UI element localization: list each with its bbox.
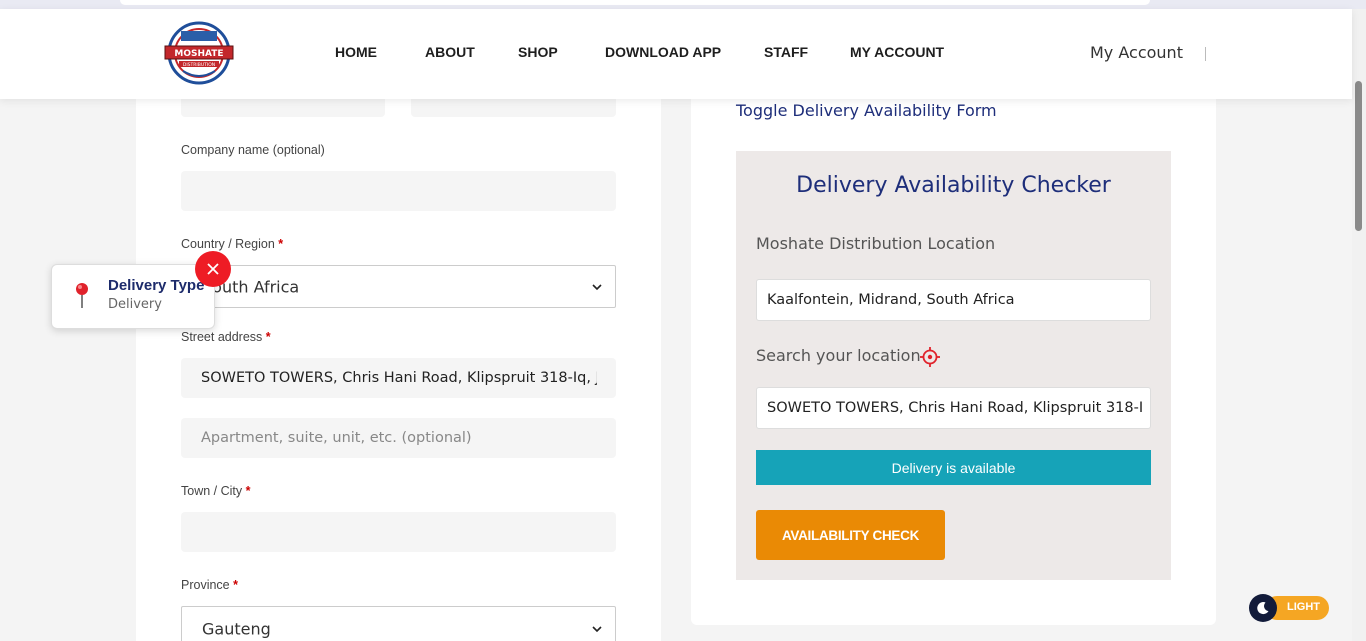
moon-icon bbox=[1257, 602, 1269, 615]
toggle-delivery-form-link[interactable]: Toggle Delivery Availability Form bbox=[736, 101, 997, 120]
theme-circle bbox=[1249, 594, 1277, 622]
nav-download-app[interactable]: DOWNLOAD APP bbox=[605, 44, 764, 60]
apartment-input[interactable]: Apartment, suite, unit, etc. (optional) bbox=[181, 418, 616, 458]
search-location-label: Search your location bbox=[756, 346, 921, 365]
nav-home[interactable]: HOME bbox=[335, 44, 425, 60]
header-divider bbox=[1205, 47, 1206, 61]
theme-label: LIGHT bbox=[1287, 601, 1320, 613]
browser-top-strip bbox=[0, 0, 1366, 9]
last-name-input[interactable] bbox=[411, 99, 616, 117]
street-label: Street address * bbox=[181, 330, 271, 344]
delivery-type-value: Delivery bbox=[108, 297, 162, 312]
company-input[interactable] bbox=[181, 171, 616, 211]
province-select-value: Gauteng bbox=[202, 619, 271, 639]
checker-title: Delivery Availability Checker bbox=[796, 173, 1111, 198]
theme-toggle[interactable]: LIGHT bbox=[1249, 594, 1329, 622]
company-label: Company name (optional) bbox=[181, 143, 325, 157]
country-label: Country / Region * bbox=[181, 237, 284, 251]
chevron-down-icon bbox=[592, 283, 602, 290]
main-nav: HOME ABOUT SHOP DOWNLOAD APP STAFF MY AC… bbox=[335, 44, 944, 60]
distribution-location-label: Moshate Distribution Location bbox=[756, 234, 996, 253]
first-name-input[interactable] bbox=[181, 99, 385, 117]
nav-shop[interactable]: SHOP bbox=[518, 44, 605, 60]
town-input[interactable] bbox=[181, 512, 616, 552]
delivery-type-title: Delivery Type bbox=[108, 277, 205, 294]
map-pin-icon bbox=[76, 283, 88, 308]
page-scrollbar[interactable] bbox=[1352, 9, 1366, 641]
country-select[interactable]: South Africa bbox=[181, 265, 616, 308]
distribution-location-input[interactable]: Kaalfontein, Midrand, South Africa bbox=[756, 279, 1151, 321]
moshate-logo[interactable]: MOSHATE DISTRIBUTION bbox=[163, 19, 235, 87]
delivery-availability-checker: Delivery Availability Checker Moshate Di… bbox=[736, 151, 1171, 580]
province-label: Province * bbox=[181, 578, 238, 592]
site-header: MOSHATE DISTRIBUTION HOME ABOUT SHOP DOW… bbox=[0, 9, 1352, 99]
town-label: Town / City * bbox=[181, 484, 251, 498]
search-location-input[interactable]: SOWETO TOWERS, Chris Hani Road, Klipspru… bbox=[756, 387, 1151, 429]
scrollbar-thumb[interactable] bbox=[1355, 81, 1362, 231]
svg-text:MOSHATE: MOSHATE bbox=[174, 49, 223, 59]
svg-text:DISTRIBUTION: DISTRIBUTION bbox=[183, 62, 215, 68]
locate-target-icon[interactable] bbox=[920, 347, 940, 367]
my-account-link[interactable]: My Account bbox=[1090, 43, 1183, 62]
nav-my-account[interactable]: MY ACCOUNT bbox=[850, 44, 944, 60]
nav-staff[interactable]: STAFF bbox=[764, 44, 850, 60]
delivery-type-popup[interactable]: Delivery Type Delivery bbox=[51, 264, 215, 329]
street-address-input[interactable]: SOWETO TOWERS, Chris Hani Road, Klipspru… bbox=[181, 358, 616, 398]
browser-top-strip-inner bbox=[120, 0, 1150, 5]
delivery-status-banner: Delivery is available bbox=[756, 450, 1151, 485]
chevron-down-icon bbox=[592, 626, 602, 633]
province-select[interactable]: Gauteng bbox=[181, 606, 616, 641]
close-icon bbox=[207, 263, 219, 275]
nav-about[interactable]: ABOUT bbox=[425, 44, 518, 60]
close-popup-button[interactable] bbox=[195, 251, 231, 287]
availability-check-button[interactable]: AVAILABILITY CHECK bbox=[756, 510, 945, 560]
